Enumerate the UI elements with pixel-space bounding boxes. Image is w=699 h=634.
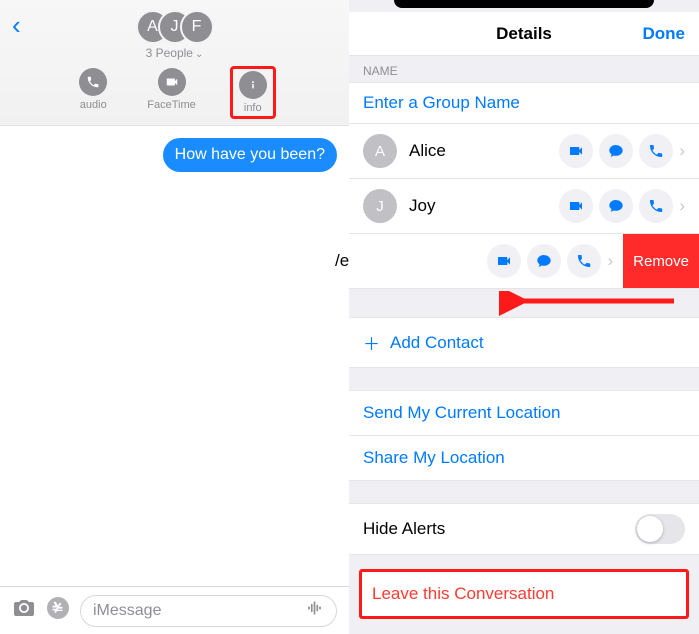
phone-icon[interactable] [567,244,601,278]
message-input[interactable]: iMessage [80,595,337,627]
chevron-right-icon: › [679,196,685,216]
facetime-button[interactable]: FaceTime [147,68,196,117]
compose-bar: iMessage [0,586,349,634]
hide-alerts-row: Hide Alerts [349,503,699,555]
group-name-input[interactable]: Enter a Group Name [349,83,699,124]
done-button[interactable]: Done [643,24,686,44]
messages-thread-panel: ‹ A J F 3 People⌄ audio FaceTime [0,0,349,634]
chevron-right-icon: › [607,251,613,271]
member-row[interactable]: J Joy › [349,179,699,234]
share-location-button[interactable]: Share My Location [349,436,699,481]
sheet-grabber [349,0,699,12]
info-button[interactable]: info [230,66,276,119]
phone-icon[interactable] [639,134,673,168]
send-location-button[interactable]: Send My Current Location [349,390,699,436]
plus-icon: ＋ [363,330,380,355]
hide-alerts-label: Hide Alerts [363,519,445,539]
member-row[interactable]: A Alice › [349,124,699,179]
video-icon [158,68,186,96]
chevron-down-icon: ⌄ [195,49,203,60]
avatar: F [180,10,214,44]
dictation-icon[interactable] [304,598,324,623]
message-icon[interactable] [599,189,633,223]
member-name: Joy [409,196,553,216]
group-avatars[interactable]: A J F [8,10,341,44]
add-contact-button[interactable]: ＋ Add Contact [349,317,699,368]
sent-message-bubble: How have you been? [163,138,337,172]
message-thread[interactable]: How have you been? [0,126,349,586]
annotation-arrow [349,291,699,317]
member-row-swiped[interactable]: /e › Remove [349,234,699,289]
phone-icon[interactable] [639,189,673,223]
input-placeholder: iMessage [93,602,304,620]
name-section-label: NAME [349,56,699,83]
message-icon[interactable] [599,134,633,168]
avatar: J [363,189,397,223]
details-header: Details Done [349,12,699,56]
member-name: Alice [409,141,553,161]
avatar: A [363,134,397,168]
video-icon[interactable] [559,189,593,223]
leave-conversation-button[interactable]: Leave this Conversation [362,572,686,616]
phone-icon [79,68,107,96]
leave-highlight: Leave this Conversation [359,569,689,619]
video-icon[interactable] [487,244,521,278]
hide-alerts-toggle[interactable] [635,514,685,544]
appstore-button[interactable] [46,596,70,626]
message-icon[interactable] [527,244,561,278]
header-actions: audio FaceTime info [8,68,341,117]
video-icon[interactable] [559,134,593,168]
group-subtitle[interactable]: 3 People⌄ [8,46,341,60]
info-icon [239,71,267,99]
camera-button[interactable] [12,596,36,626]
details-title: Details [496,24,552,44]
member-name: /e [335,251,481,271]
details-panel: Details Done NAME Enter a Group Name A A… [349,0,699,634]
thread-header: ‹ A J F 3 People⌄ audio FaceTime [0,0,349,126]
audio-button[interactable]: audio [79,68,107,117]
remove-button[interactable]: Remove [623,234,699,288]
back-button[interactable]: ‹ [12,10,21,41]
chevron-right-icon: › [679,141,685,161]
